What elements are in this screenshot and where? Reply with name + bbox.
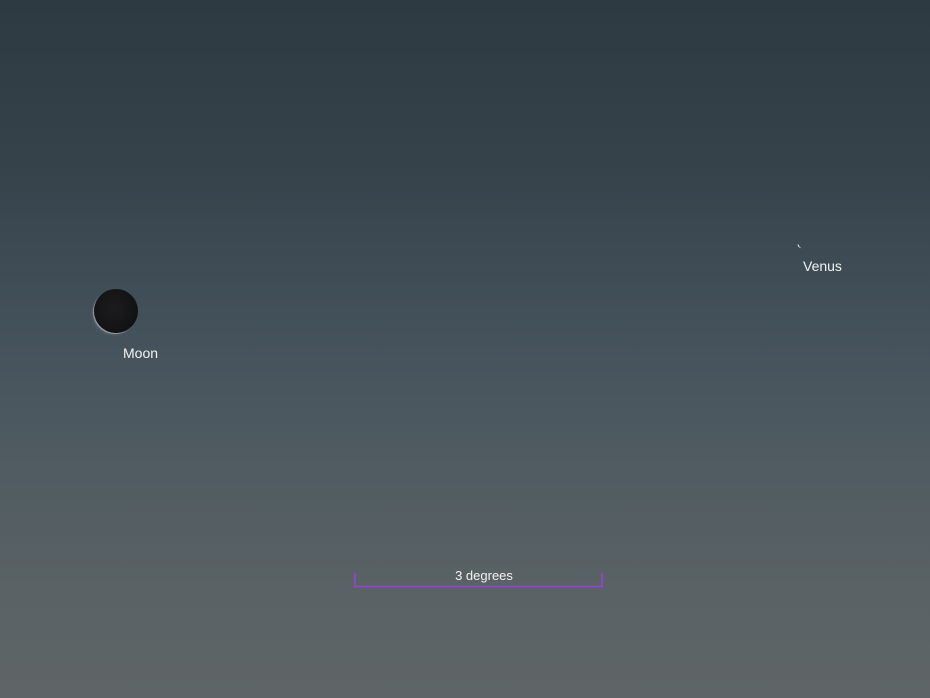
- moon-label: Moon: [123, 345, 159, 361]
- sky-view[interactable]: Moon Venus 3 degrees: [0, 0, 930, 698]
- scale-bar-label: 3 degrees: [455, 568, 513, 583]
- moon-body[interactable]: [94, 289, 138, 333]
- venus-label: Venus: [803, 258, 842, 274]
- venus-body[interactable]: [796, 243, 804, 251]
